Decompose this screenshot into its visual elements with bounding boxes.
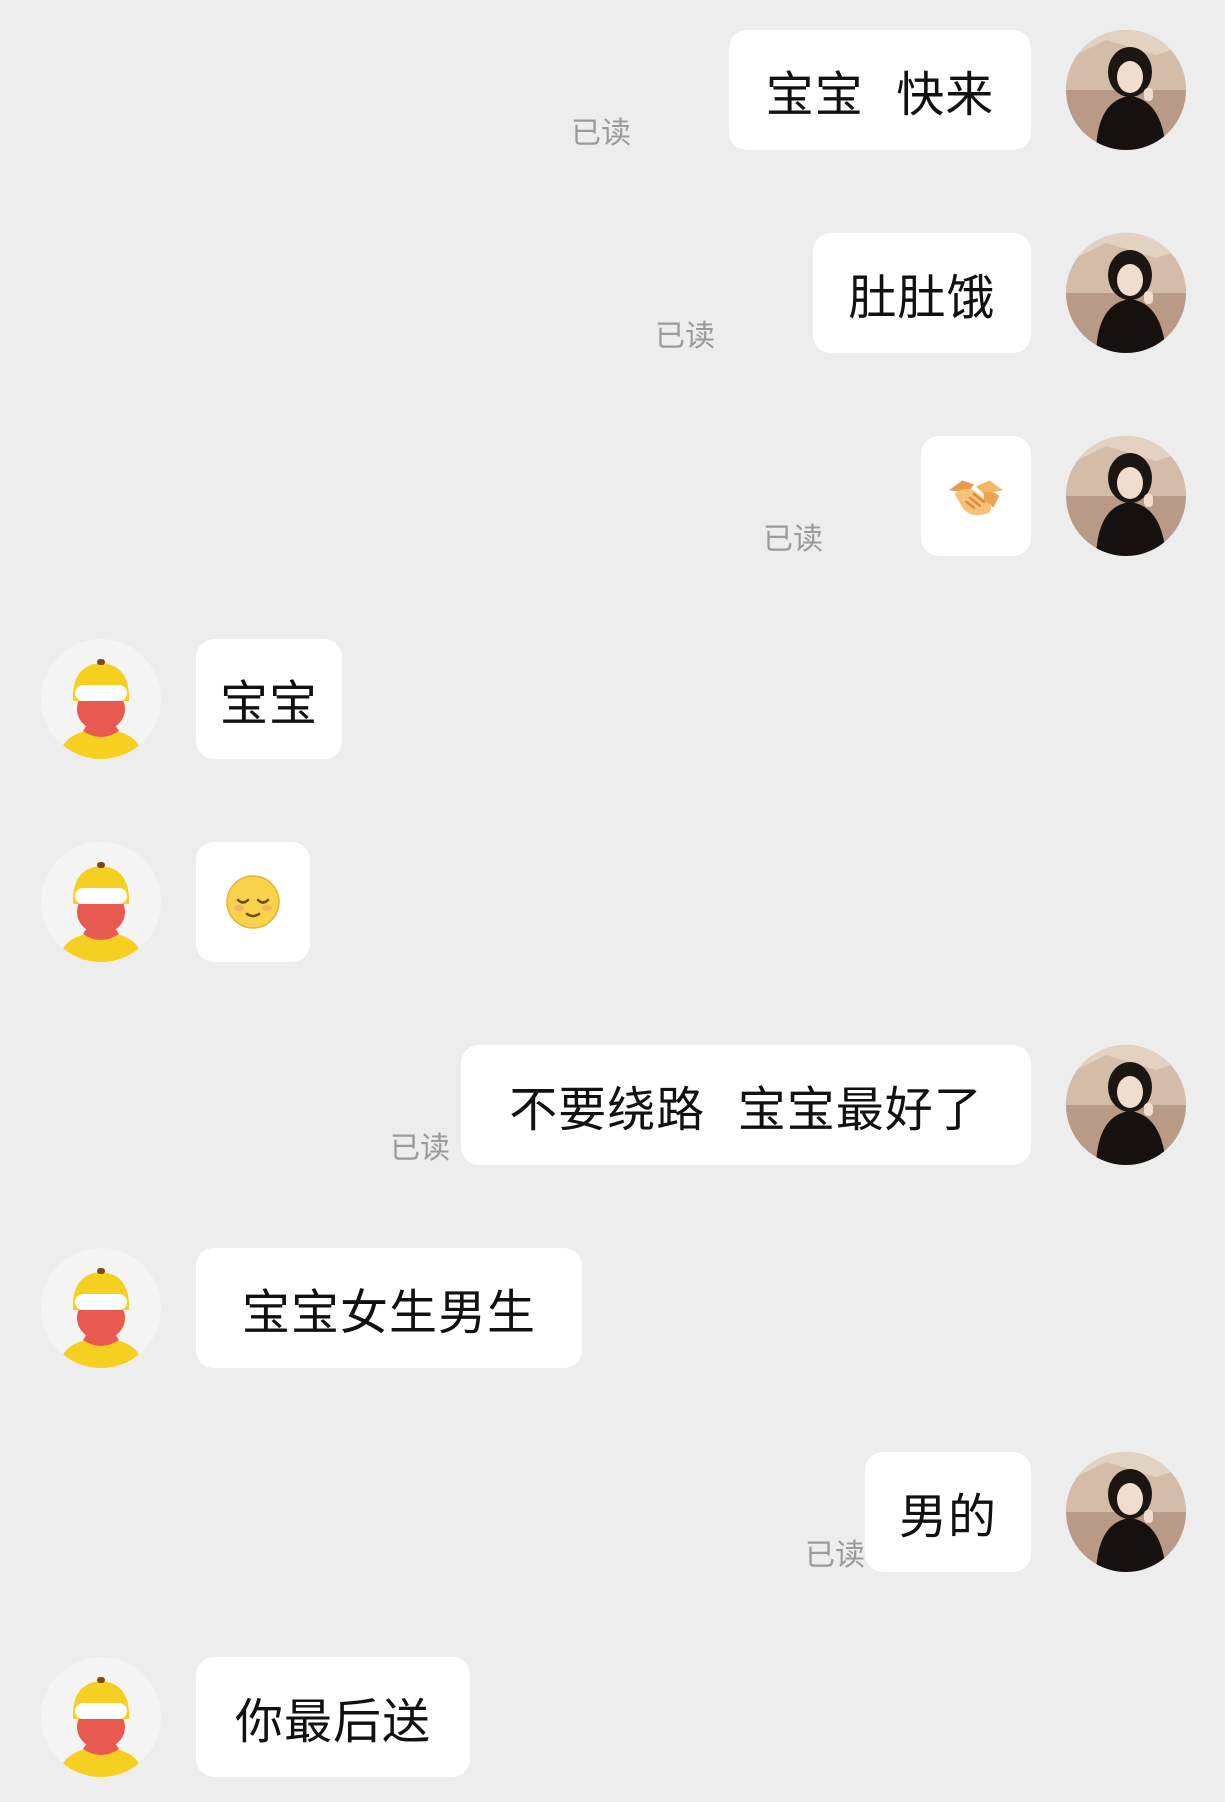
message-bubble[interactable]: 宝宝 快来 [729,30,1031,150]
read-receipt: 已读 [571,116,631,151]
courier-avatar[interactable] [41,1248,161,1368]
message-row-incoming [0,840,1225,965]
user-avatar-icon [1066,1452,1186,1572]
user-avatar-icon [1066,30,1186,150]
message-text: 男的 [898,1489,997,1545]
read-receipt: 已读 [655,319,715,354]
courier-avatar[interactable] [41,1657,161,1777]
message-row-incoming: 宝宝女生男生 [0,1246,1225,1371]
read-receipt: 已读 [390,1131,450,1166]
message-bubble[interactable]: 宝宝女生男生 [196,1248,582,1368]
courier-avatar[interactable] [41,842,161,962]
user-avatar[interactable] [1066,30,1186,150]
user-avatar[interactable] [1066,233,1186,353]
message-bubble[interactable] [921,436,1031,556]
message-row-outgoing: 已读 [0,434,1225,559]
message-bubble[interactable]: 不要绕路 宝宝最好了 [461,1045,1031,1165]
message-row-outgoing: 已读 男的 [0,1450,1225,1575]
courier-avatar-icon [41,842,161,962]
message-text: 宝宝女生男生 [241,1285,536,1341]
chat-message-list: 已读 宝宝 快来 已读 肚肚饿 已读 宝宝 已读 不要绕路 宝宝最好了 宝宝女生… [0,0,1225,1802]
message-bubble[interactable]: 肚肚饿 [813,233,1031,353]
message-row-outgoing: 已读 宝宝 快来 [0,28,1225,153]
read-receipt: 已读 [805,1538,865,1573]
user-avatar-icon [1066,233,1186,353]
message-text: 不要绕路 宝宝最好了 [509,1082,983,1138]
message-text: 宝宝 [220,676,319,732]
message-row-outgoing: 已读 肚肚饿 [0,231,1225,356]
read-receipt: 已读 [763,522,823,557]
message-text: 你最后送 [234,1694,431,1750]
user-avatar[interactable] [1066,1452,1186,1572]
message-text: 宝宝 快来 [765,67,995,123]
message-row-incoming: 宝宝 [0,637,1225,762]
message-bubble[interactable]: 你最后送 [196,1657,470,1777]
message-row-incoming: 你最后送 [0,1655,1225,1780]
message-row-outgoing: 已读 不要绕路 宝宝最好了 [0,1043,1225,1168]
courier-avatar[interactable] [41,639,161,759]
courier-avatar-icon [41,1248,161,1368]
message-text: 肚肚饿 [848,270,996,326]
message-bubble[interactable]: 宝宝 [196,639,342,759]
courier-avatar-icon [41,1657,161,1777]
handshake-icon [948,480,1004,516]
user-avatar[interactable] [1066,436,1186,556]
message-bubble[interactable] [196,842,310,962]
message-bubble[interactable]: 男的 [865,1452,1031,1572]
user-avatar-icon [1066,1045,1186,1165]
user-avatar[interactable] [1066,1045,1186,1165]
relieved-face-icon [226,875,280,929]
user-avatar-icon [1066,436,1186,556]
courier-avatar-icon [41,639,161,759]
